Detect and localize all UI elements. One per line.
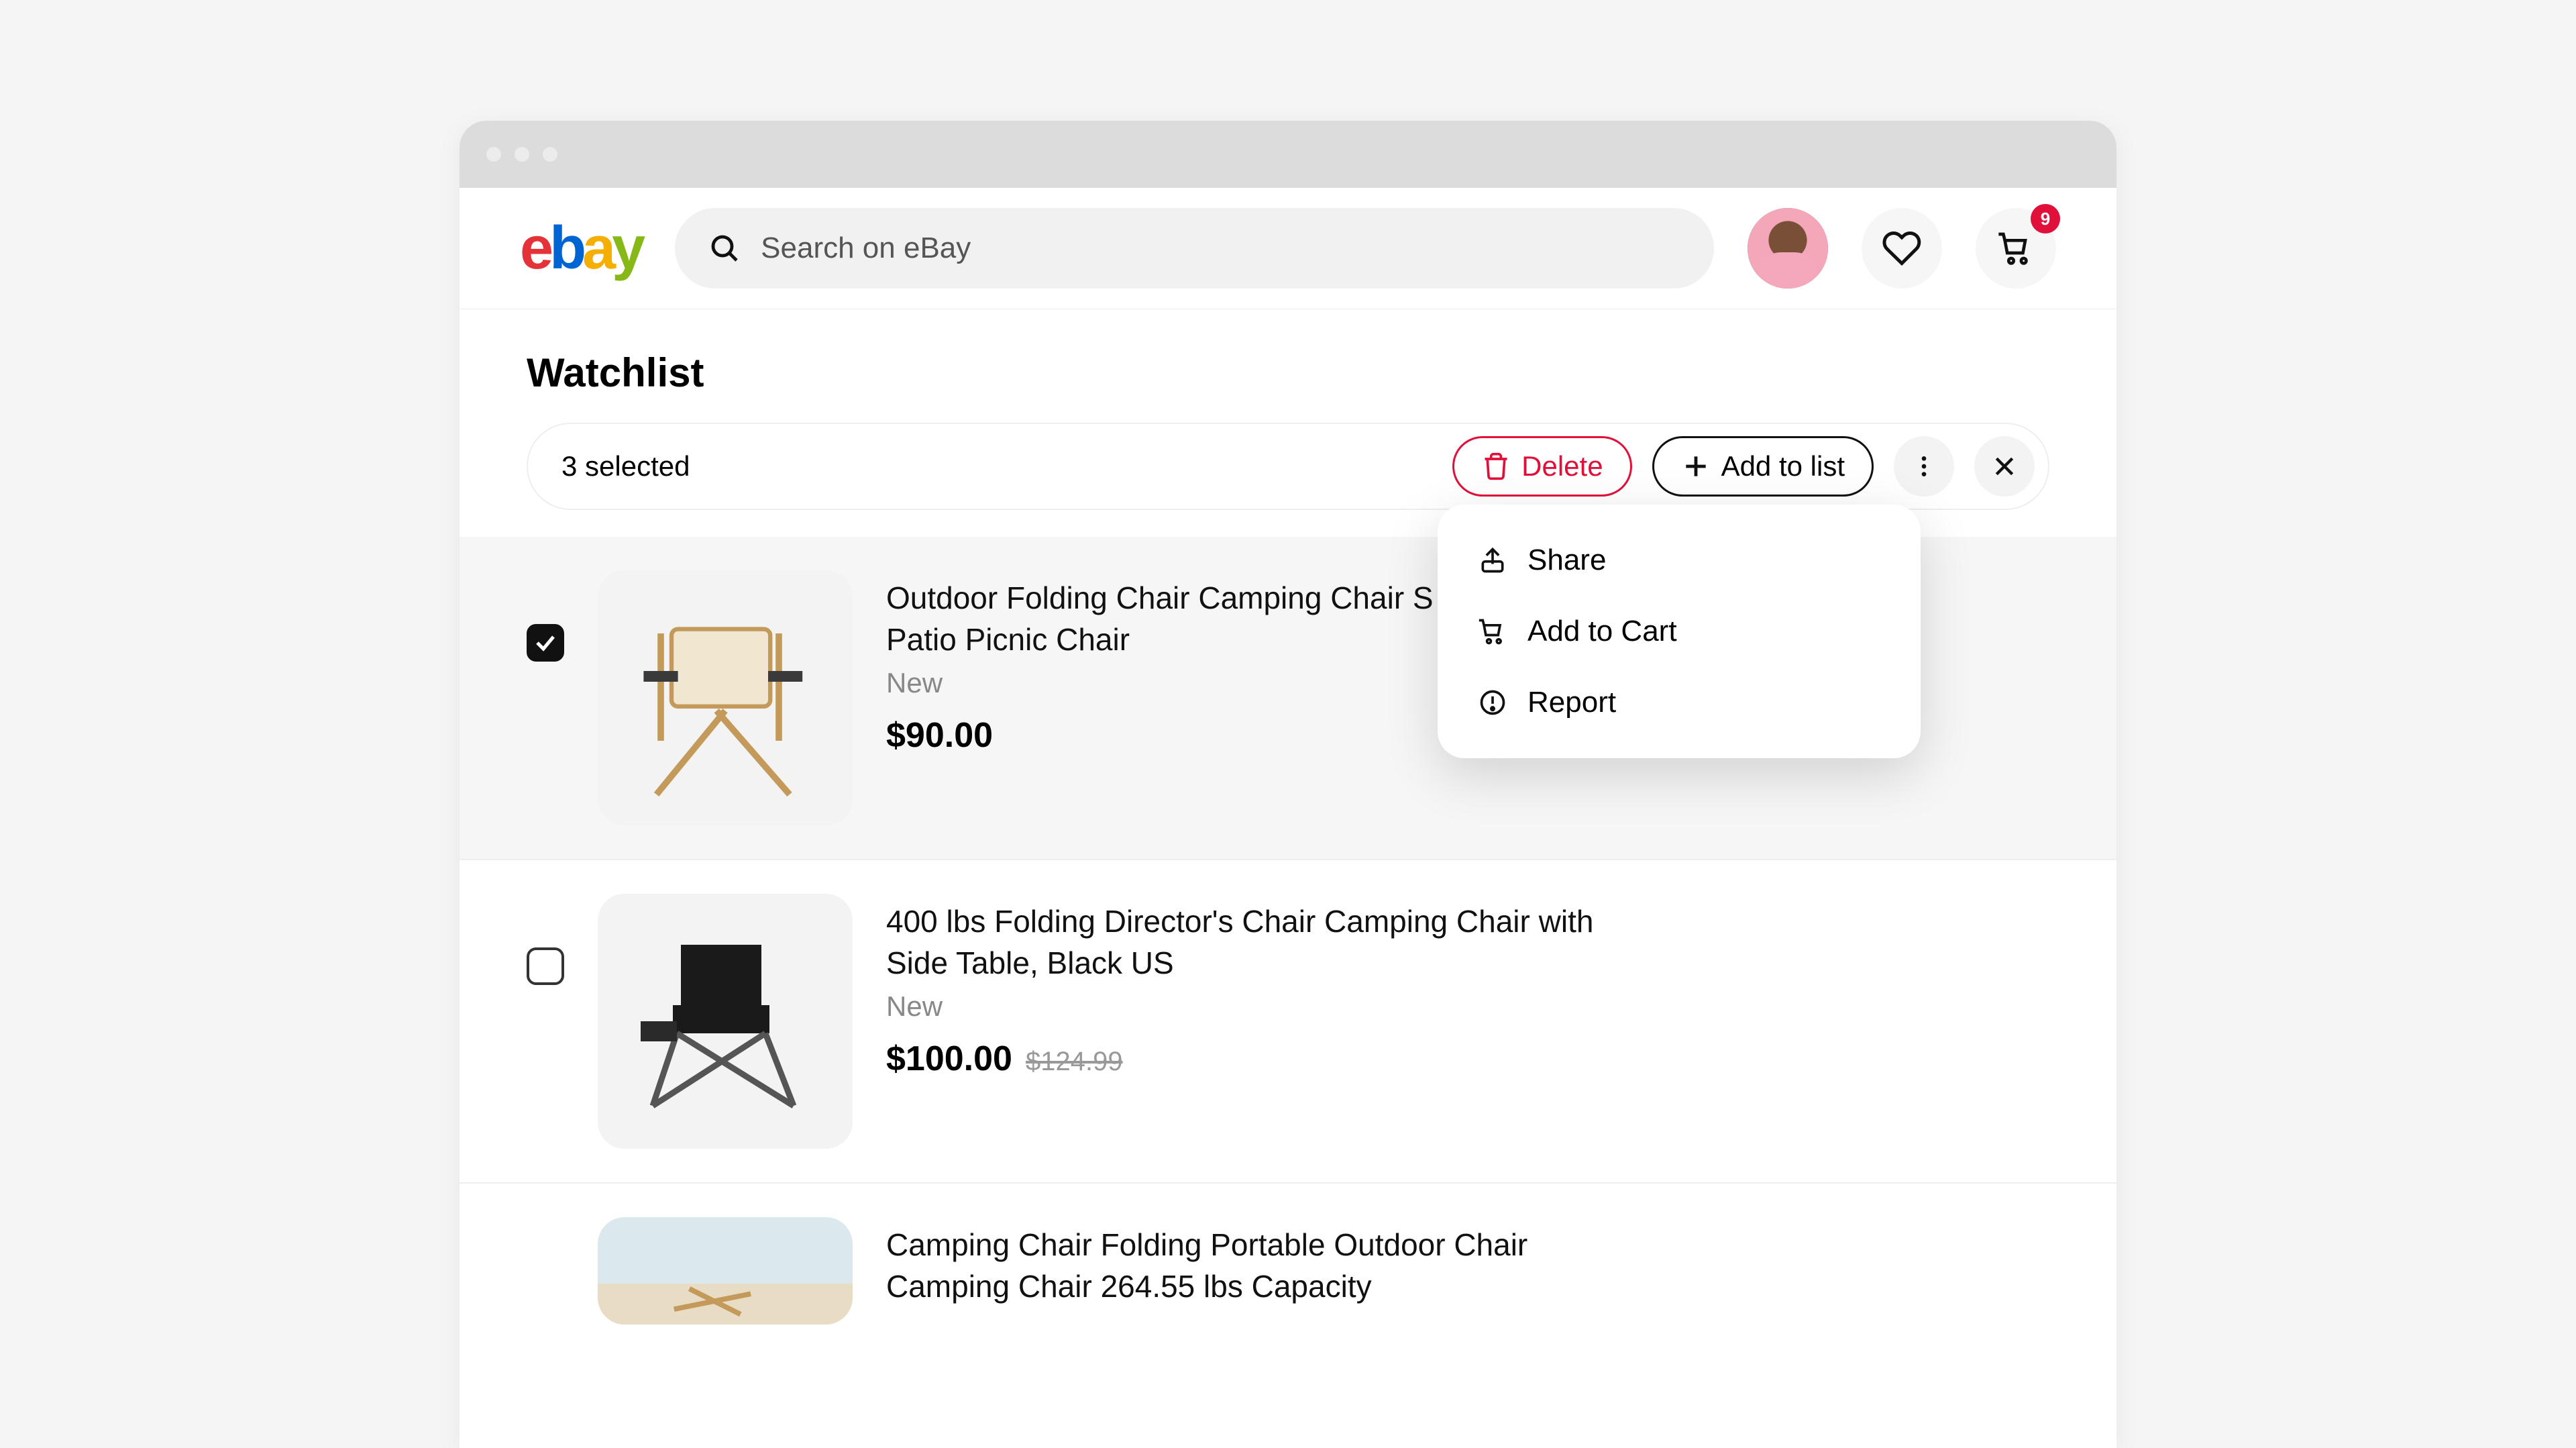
list-item: Camping Chair Folding Portable Outdoor C… <box>460 1184 2116 1358</box>
avatar[interactable] <box>1748 208 1828 289</box>
item-title[interactable]: Camping Chair Folding Portable Outdoor C… <box>886 1224 1597 1307</box>
cart-button[interactable]: 9 <box>1976 208 2056 289</box>
share-icon <box>1478 546 1507 575</box>
heart-icon <box>1882 228 1922 268</box>
logo-letter-e: e <box>520 218 549 278</box>
chair-illustration <box>625 921 826 1122</box>
price-value: $100.00 <box>886 1039 1012 1079</box>
beach-illustration <box>598 1217 853 1325</box>
logo-letter-b: b <box>549 218 582 278</box>
traffic-light-max[interactable] <box>543 147 557 162</box>
item-details: Camping Chair Folding Portable Outdoor C… <box>886 1217 1597 1307</box>
cart-icon <box>1997 229 2035 267</box>
item-condition: New <box>886 990 1597 1023</box>
traffic-light-close[interactable] <box>486 147 501 162</box>
check-icon <box>533 631 557 655</box>
delete-label: Delete <box>1521 450 1603 482</box>
selection-toolbar: 3 selected Delete Add to list Share Add … <box>527 423 2049 510</box>
browser-window: ebay Search on eBay 9 Watchlist 3 select… <box>460 121 2116 1448</box>
dropdown-add-to-cart[interactable]: Add to Cart <box>1438 596 1921 667</box>
close-selection-button[interactable] <box>1974 436 2035 497</box>
checkbox[interactable] <box>527 947 564 985</box>
price-original: $124.99 <box>1026 1047 1123 1077</box>
logo-letter-y: y <box>612 218 641 278</box>
item-title[interactable]: 400 lbs Folding Director's Chair Camping… <box>886 900 1597 984</box>
alert-icon <box>1478 688 1507 717</box>
plus-icon <box>1681 452 1711 481</box>
product-thumbnail[interactable] <box>598 1217 853 1325</box>
dropdown-report[interactable]: Report <box>1438 667 1921 738</box>
more-dropdown: Share Add to Cart Report <box>1438 505 1921 758</box>
search-input[interactable]: Search on eBay <box>675 208 1714 289</box>
dropdown-add-to-cart-label: Add to Cart <box>1527 615 1677 648</box>
selection-count: 3 selected <box>561 450 690 482</box>
delete-button[interactable]: Delete <box>1452 436 1631 497</box>
logo-letter-a: a <box>582 218 612 278</box>
chair-illustration <box>618 590 833 805</box>
add-to-list-button[interactable]: Add to list <box>1652 436 1874 497</box>
dropdown-report-label: Report <box>1527 686 1616 719</box>
dropdown-share[interactable]: Share <box>1438 525 1921 596</box>
search-placeholder: Search on eBay <box>761 231 971 265</box>
ebay-logo[interactable]: ebay <box>520 218 641 278</box>
kebab-icon <box>1911 453 1937 480</box>
dropdown-share-label: Share <box>1527 544 1606 577</box>
traffic-light-min[interactable] <box>515 147 529 162</box>
search-icon <box>708 232 741 264</box>
cart-icon <box>1478 617 1507 646</box>
list-item: 400 lbs Folding Director's Chair Camping… <box>460 860 2116 1184</box>
browser-chrome <box>460 121 2116 188</box>
close-icon <box>1991 453 2018 480</box>
item-details: 400 lbs Folding Director's Chair Camping… <box>886 894 1597 1079</box>
product-thumbnail[interactable] <box>598 570 853 825</box>
product-thumbnail[interactable] <box>598 894 853 1149</box>
cart-count-badge: 9 <box>2031 204 2060 234</box>
item-price: $100.00 $124.99 <box>886 1039 1597 1079</box>
checkbox[interactable] <box>527 624 564 662</box>
favorites-button[interactable] <box>1862 208 1942 289</box>
more-button[interactable] <box>1894 436 1954 497</box>
add-to-list-label: Add to list <box>1721 450 1845 482</box>
site-header: ebay Search on eBay 9 <box>460 188 2116 309</box>
price-value: $90.00 <box>886 715 993 756</box>
trash-icon <box>1481 452 1511 481</box>
page-title: Watchlist <box>460 309 2116 423</box>
